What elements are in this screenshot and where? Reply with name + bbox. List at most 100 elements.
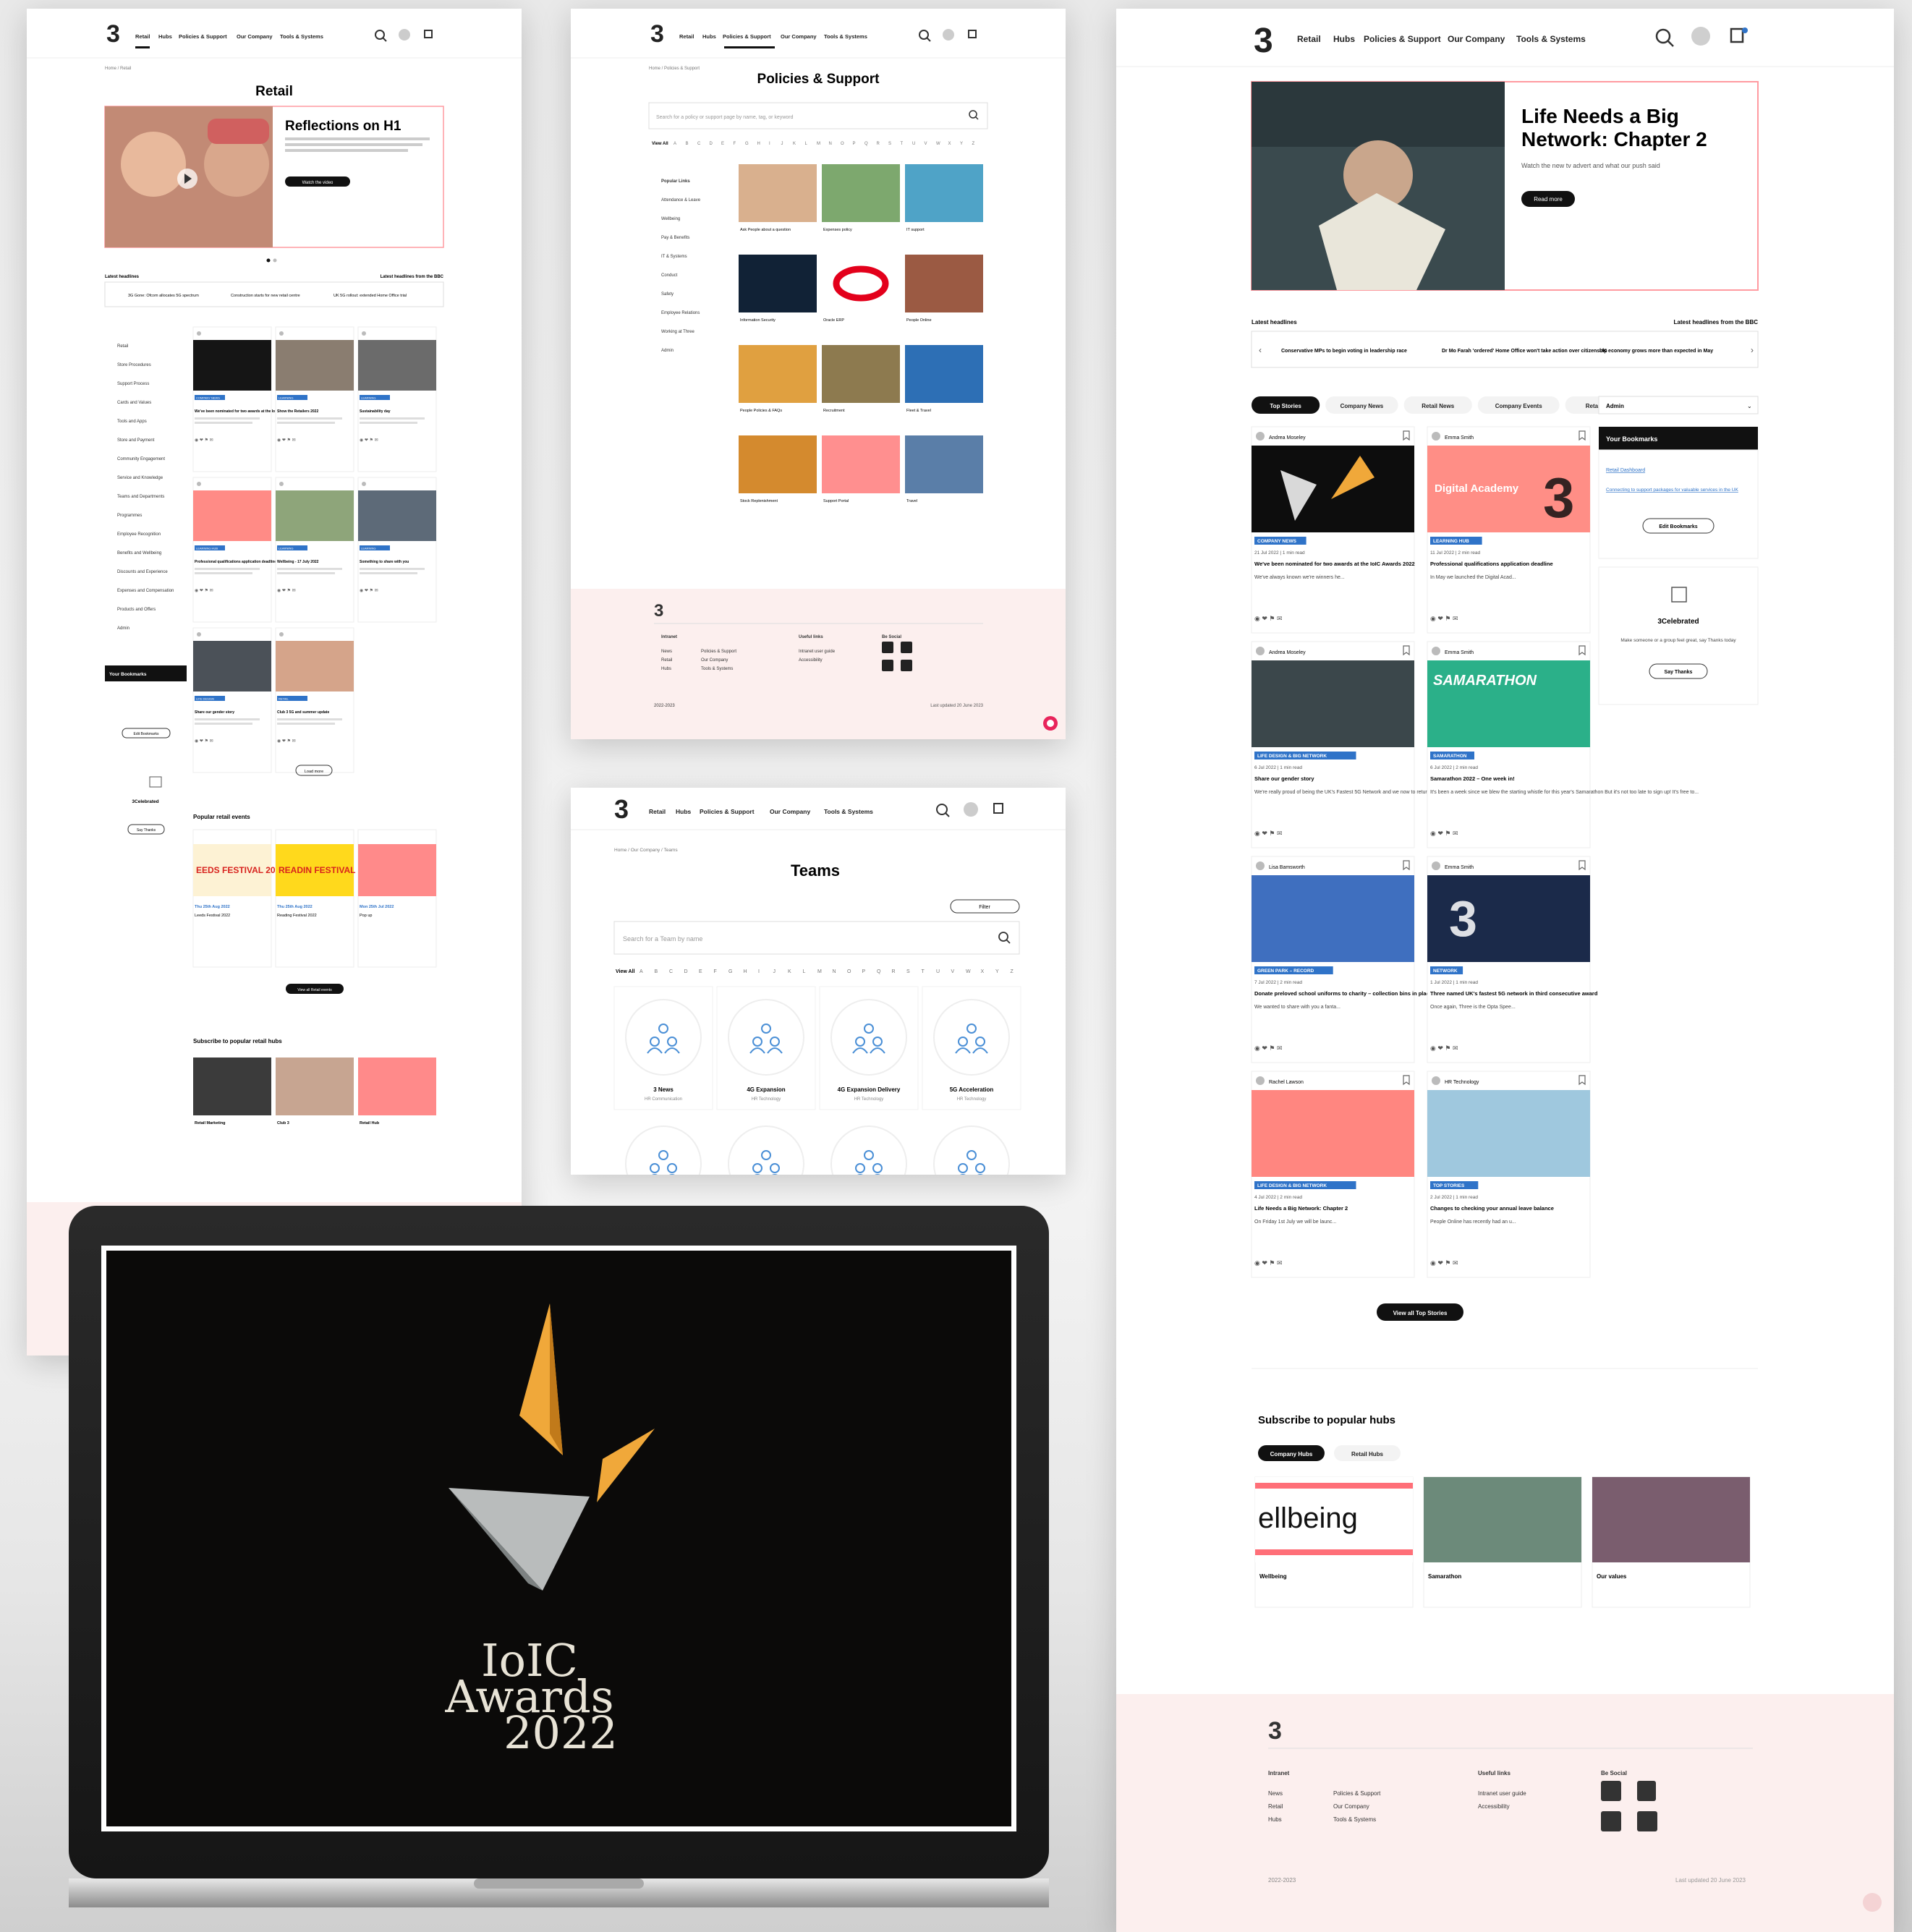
- letter-filter[interactable]: U: [936, 969, 940, 974]
- hub-card[interactable]: Our values: [1592, 1476, 1751, 1608]
- footer-link[interactable]: Policies & Support: [1333, 1790, 1381, 1797]
- news-card[interactable]: LIFE DESIGN Share our gender story ◉ ❤ ⚑ ✉: [192, 627, 272, 773]
- letter-filter[interactable]: D: [684, 969, 688, 974]
- nav-hubs[interactable]: Hubs: [158, 33, 172, 40]
- letter-filter[interactable]: N: [833, 969, 836, 974]
- footer-link[interactable]: Tools & Systems: [1333, 1816, 1376, 1823]
- twitter-icon[interactable]: [882, 660, 893, 671]
- news-card[interactable]: LEARNING Show the Retailers 2022 ◉ ❤ ⚑ ✉: [275, 326, 354, 472]
- sidebar-item[interactable]: Store Procedures: [117, 363, 151, 367]
- letter-filter[interactable]: Z: [1011, 969, 1014, 974]
- footer-link[interactable]: Accessibility: [799, 658, 823, 663]
- facebook-icon[interactable]: [882, 642, 893, 653]
- letter-filter[interactable]: M: [817, 142, 820, 146]
- team-card[interactable]: 3 News HR Communication: [613, 986, 713, 1110]
- letter-filter[interactable]: W: [936, 142, 940, 146]
- nav-tools[interactable]: Tools & Systems: [1516, 34, 1586, 44]
- policy-tile[interactable]: Travel: [905, 435, 983, 503]
- sidebar-item[interactable]: Store and Payment: [117, 438, 155, 443]
- event-card[interactable]: EEDS FESTIVAL 20 Thu 25th Aug 2022 Leeds F…: [192, 829, 276, 968]
- sidebar-item[interactable]: Working at Three: [661, 330, 694, 334]
- facebook-icon[interactable]: [1601, 1781, 1621, 1801]
- nav-policies[interactable]: Policies & Support: [1364, 34, 1441, 44]
- news-card[interactable]: RETAIL Club 3 5G and summer update ◉ ❤ ⚑ ✉: [275, 627, 354, 773]
- letter-filter[interactable]: C: [697, 142, 701, 146]
- nav-hubs[interactable]: Hubs: [702, 33, 716, 40]
- sidebar-item[interactable]: Tools and Apps: [117, 420, 147, 424]
- sidebar-item[interactable]: Wellbeing: [661, 217, 680, 221]
- footer-link[interactable]: Tools & Systems: [701, 667, 733, 671]
- letter-filter[interactable]: K: [788, 969, 791, 974]
- headline-item[interactable]: UK 5G rollout: extended Home Office tria…: [333, 294, 407, 298]
- bookmark-link[interactable]: Retail Dashboard: [1606, 468, 1645, 473]
- nav-retail[interactable]: Retail: [1297, 34, 1321, 44]
- sidebar-item[interactable]: Expenses and Compensation: [117, 589, 174, 593]
- footer-link[interactable]: Intranet user guide: [1478, 1790, 1526, 1797]
- footer-link[interactable]: Hubs: [661, 667, 671, 671]
- letter-filter[interactable]: G: [728, 969, 732, 974]
- next-arrow-icon[interactable]: ›: [1751, 345, 1754, 355]
- letter-filter[interactable]: F: [714, 969, 717, 974]
- team-card[interactable]: 5G Acceleration HR Technology: [922, 986, 1021, 1110]
- letter-filter[interactable]: A: [674, 142, 676, 146]
- letter-filter[interactable]: A: [640, 969, 643, 974]
- letter-filter[interactable]: K: [793, 142, 796, 146]
- letter-filter[interactable]: T: [922, 969, 925, 974]
- three-logo[interactable]: 3: [650, 20, 664, 48]
- three-logo[interactable]: 3: [106, 20, 120, 48]
- letter-filter[interactable]: R: [877, 142, 880, 146]
- sidebar-item[interactable]: Retail: [117, 344, 128, 349]
- letter-filter[interactable]: H: [757, 142, 760, 146]
- sidebar-item[interactable]: Community Engagement: [117, 457, 165, 461]
- tab-company-events[interactable]: Company Events: [1477, 396, 1560, 414]
- letter-filter[interactable]: O: [847, 969, 851, 974]
- team-card[interactable]: 4G Expansion Delivery HR Technology: [819, 986, 919, 1110]
- avatar-icon[interactable]: [943, 29, 954, 41]
- letter-filter[interactable]: T: [901, 142, 904, 146]
- nav-retail[interactable]: Retail: [679, 33, 694, 40]
- letter-filter[interactable]: Q: [864, 142, 868, 146]
- policy-tile[interactable]: Information Security: [739, 255, 817, 323]
- letter-filter[interactable]: S: [906, 969, 910, 974]
- avatar-icon[interactable]: [964, 802, 978, 817]
- letter-filter[interactable]: Z: [972, 142, 975, 146]
- policy-tile[interactable]: Fleet & Travel: [905, 345, 983, 413]
- sidebar-item[interactable]: Pay & Benefits: [661, 236, 689, 240]
- event-card[interactable]: Mon 25th Jul 2022 Pop up: [357, 829, 437, 968]
- letter-filter[interactable]: V: [951, 969, 955, 974]
- hub-card[interactable]: Club 3: [276, 1058, 354, 1125]
- footer-link[interactable]: Accessibility: [1478, 1803, 1510, 1810]
- letter-filter[interactable]: U: [912, 142, 915, 146]
- bookmark-link[interactable]: Connecting to support packages for valua…: [1606, 488, 1738, 493]
- hub-card[interactable]: Retail Hub: [358, 1058, 436, 1125]
- letter-filter[interactable]: G: [745, 142, 749, 146]
- letter-filter[interactable]: J: [781, 142, 783, 146]
- news-card[interactable]: Rachel Lawson LIFE DESIGN & BIG NETWORK 4 …: [1251, 1071, 1415, 1278]
- prev-arrow-icon[interactable]: ‹: [1259, 345, 1262, 355]
- three-logo[interactable]: 3: [614, 794, 629, 824]
- team-card[interactable]: 4G Expansion HR Technology: [716, 986, 816, 1110]
- letter-filter[interactable]: H: [744, 969, 747, 974]
- letter-filter[interactable]: D: [710, 142, 713, 146]
- avatar-icon[interactable]: [399, 29, 410, 41]
- policy-tile[interactable]: Stock Replenishment: [739, 435, 817, 503]
- hub-tab[interactable]: Retail Hubs: [1334, 1445, 1401, 1461]
- news-card[interactable]: Emma Smith 3 NETWORK 1 Jul 2022 | 1 min rea…: [1427, 856, 1598, 1063]
- nav-tools[interactable]: Tools & Systems: [280, 33, 323, 40]
- event-card[interactable]: READIN FESTIVAL 20 Thu 25th Aug 2022 Readi…: [275, 829, 367, 968]
- sidebar-item[interactable]: Teams and Departments: [117, 495, 164, 499]
- footer-link[interactable]: Policies & Support: [701, 650, 736, 654]
- policy-tile[interactable]: Recruitment: [822, 345, 900, 413]
- letter-filter[interactable]: F: [734, 142, 736, 146]
- letter-filter[interactable]: E: [721, 142, 724, 146]
- footer-link[interactable]: News: [1268, 1790, 1283, 1797]
- nav-hubs[interactable]: Hubs: [676, 808, 692, 815]
- footer-link[interactable]: Our Company: [1333, 1803, 1369, 1810]
- policy-tile[interactable]: Support Portal: [822, 435, 900, 503]
- bbc-link[interactable]: Latest headlines from the BBC: [381, 275, 444, 279]
- tab-top-stories[interactable]: Top Stories: [1252, 396, 1320, 414]
- news-card[interactable]: LEARNING Something to share with you ◉ ❤ ⚑…: [357, 477, 437, 623]
- view-all-link[interactable]: View All: [652, 142, 668, 146]
- letter-filter[interactable]: M: [817, 969, 822, 974]
- nav-tools[interactable]: Tools & Systems: [824, 808, 873, 815]
